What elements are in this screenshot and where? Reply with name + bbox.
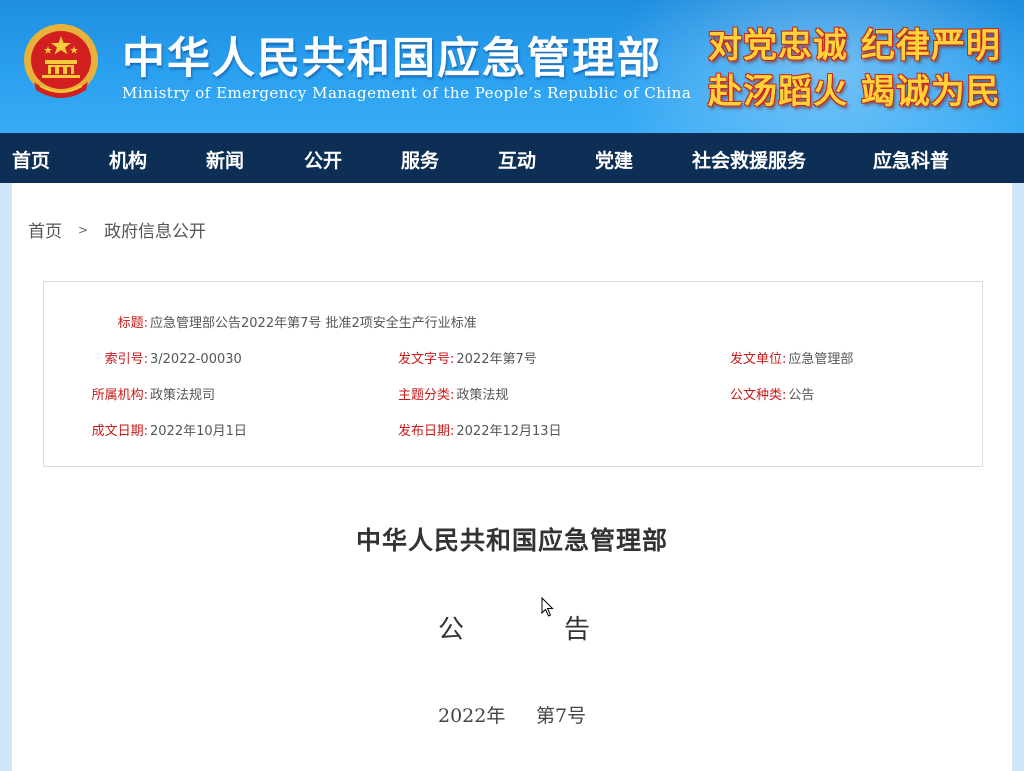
- meta-row-title: 标题: 应急管理部公告2022年第7号 批准2项安全生产行业标准: [44, 312, 982, 332]
- document-issuer-heading: 中华人民共和国应急管理部: [355, 526, 668, 555]
- document-metadata: 标题: 应急管理部公告2022年第7号 批准2项安全生产行业标准 索引号: 3/20…: [43, 281, 983, 467]
- meta-org-label: 所属机构:: [91, 388, 148, 403]
- breadcrumb: 首页 > 政府信息公开: [28, 217, 206, 242]
- nav-item-organization[interactable]: 机构: [109, 146, 147, 173]
- slogan-line-1: 对党忠诚 纪律严明: [708, 26, 1001, 66]
- document-type-char-2: 告: [564, 615, 591, 645]
- site-header: 中华人民共和国应急管理部 Ministry of Emergency Manag…: [0, 0, 1024, 133]
- meta-row-2: 索引号: 3/2022-00030 发文字号: 2022年第7号 发文单位: 应急管理…: [44, 348, 982, 368]
- meta-index-value: 3/2022-00030: [150, 352, 242, 367]
- meta-topic-value: 政策法规: [456, 388, 509, 403]
- document-number: 第7号: [536, 705, 587, 727]
- main-content: 首页 > 政府信息公开 标题: 应急管理部公告2022年第7号 批准2项安全生产行…: [12, 183, 1012, 771]
- meta-doc-no-label: 发文字号:: [398, 352, 455, 367]
- national-emblem-icon[interactable]: [20, 20, 102, 104]
- nav-item-social-rescue[interactable]: 社会救援服务: [692, 146, 806, 173]
- meta-written-value: 2022年10月1日: [150, 424, 247, 439]
- mouse-cursor-icon: [541, 597, 554, 617]
- meta-issuer-label: 发文单位:: [730, 352, 787, 367]
- site-subtitle: Ministry of Emergency Management of the …: [122, 84, 692, 102]
- breadcrumb-home[interactable]: 首页: [28, 217, 62, 242]
- meta-title-label: 标题:: [117, 316, 148, 331]
- nav-item-party[interactable]: 党建: [595, 146, 633, 173]
- meta-row-3: 所属机构: 政策法规司 主题分类: 政策法规 公文种类: 公告: [44, 384, 982, 404]
- meta-topic-label: 主题分类:: [398, 388, 455, 403]
- nav-item-services[interactable]: 服务: [401, 146, 439, 173]
- meta-published-value: 2022年12月13日: [456, 424, 562, 439]
- breadcrumb-separator: >: [78, 222, 89, 237]
- document-type-char-1: 公: [438, 615, 465, 645]
- nav-item-emergency-science[interactable]: 应急科普: [873, 146, 949, 173]
- meta-written-label: 成文日期:: [91, 424, 148, 439]
- nav-item-interaction[interactable]: 互动: [498, 146, 536, 173]
- breadcrumb-current[interactable]: 政府信息公开: [104, 217, 206, 242]
- meta-org-value: 政策法规司: [150, 388, 216, 403]
- nav-item-home[interactable]: 首页: [12, 146, 50, 173]
- meta-doc-kind-value: 公告: [788, 388, 815, 403]
- main-nav: 首页 机构 新闻 公开 服务 互动 党建 社会救援服务 应急科普: [0, 133, 1024, 183]
- meta-doc-kind-label: 公文种类:: [730, 388, 787, 403]
- meta-row-4: 成文日期: 2022年10月1日 发布日期: 2022年12月13日: [44, 420, 982, 440]
- nav-item-disclosure[interactable]: 公开: [304, 146, 342, 173]
- nav-item-news[interactable]: 新闻: [206, 146, 244, 173]
- meta-doc-no-value: 2022年第7号: [456, 352, 537, 367]
- document-year: 2022年: [438, 705, 506, 727]
- site-title[interactable]: 中华人民共和国应急管理部: [122, 24, 662, 86]
- meta-title-value: 应急管理部公告2022年第7号 批准2项安全生产行业标准: [150, 316, 477, 331]
- meta-index-label: 索引号:: [104, 352, 148, 367]
- meta-published-label: 发布日期:: [398, 424, 455, 439]
- slogan-line-2: 赴汤蹈火 竭诚为民: [708, 72, 1001, 112]
- meta-issuer-value: 应急管理部: [788, 352, 854, 367]
